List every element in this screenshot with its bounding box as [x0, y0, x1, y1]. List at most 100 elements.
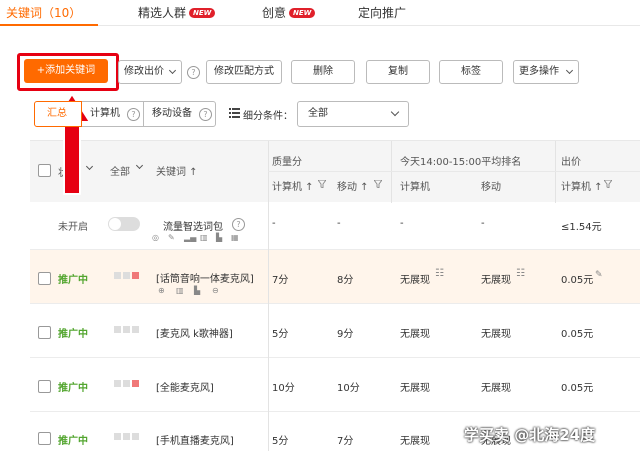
quality-block: [123, 380, 130, 387]
device-tab-computer-label: 计算机: [90, 108, 120, 119]
row-quality-pc: 10分: [272, 383, 295, 394]
rank-mobile-header: 移动: [481, 182, 501, 193]
all-filter-header[interactable]: 全部: [110, 163, 130, 178]
quality-block: [123, 433, 130, 440]
filter-icon[interactable]: [318, 180, 326, 188]
row-quality-pc: 5分: [272, 329, 289, 340]
row-keyword[interactable]: [手机直播麦克风]: [156, 432, 234, 447]
package-status: 未开启: [58, 222, 88, 233]
row-bid[interactable]: 0.05元: [561, 325, 593, 340]
row-checkbox[interactable]: [38, 326, 51, 339]
zoom-out-icon[interactable]: ⊖: [212, 286, 219, 295]
help-icon[interactable]: ?: [187, 66, 200, 79]
rank-detail-icon[interactable]: ☷: [435, 268, 444, 279]
quality-block: [114, 433, 121, 440]
row-rank-pc: 无展现: [400, 329, 430, 340]
tab-label: 定向推广: [358, 6, 407, 20]
edit-icon[interactable]: ✎: [595, 270, 603, 280]
device-tab-summary[interactable]: 汇总: [34, 101, 82, 127]
target-icon[interactable]: ◎: [152, 233, 159, 242]
row-quality-mobile: 7分: [337, 436, 354, 447]
row-keyword[interactable]: [全能麦克风]: [156, 379, 214, 394]
filter-select-value: 全部: [308, 108, 328, 119]
table-row[interactable]: [30, 358, 640, 412]
help-icon: ?: [127, 108, 140, 121]
bid-computer-header[interactable]: 计算机 ↑: [561, 178, 603, 193]
package-name: 流量智选词包: [163, 222, 223, 233]
row-status: 推广中: [58, 436, 88, 447]
package-rank-mobile: -: [481, 218, 485, 229]
package-rank-pc: -: [400, 218, 404, 229]
row-checkbox[interactable]: [38, 272, 51, 285]
row-checkbox[interactable]: [38, 380, 51, 393]
tool-icon[interactable]: ✎: [168, 233, 175, 242]
tab-label: 创意: [262, 6, 287, 20]
table-row[interactable]: [30, 304, 640, 358]
row-rank-mobile: 无展现: [481, 383, 511, 394]
tag-button[interactable]: 标签: [439, 60, 503, 84]
modify-bid-label: 修改出价: [124, 66, 164, 77]
active-tab-underline: [0, 24, 98, 26]
row-rank-mobile: 无展现: [481, 275, 511, 286]
chevron-down-icon: [168, 66, 177, 75]
help-icon: ?: [199, 108, 212, 121]
header-divider: [268, 171, 640, 172]
copy-button[interactable]: 复制: [366, 60, 430, 84]
quality-score-header: 质量分: [272, 157, 302, 168]
bar-icon[interactable]: ▙: [216, 233, 222, 242]
row-keyword[interactable]: [话筒音响一体麦克风]: [156, 270, 254, 285]
list-icon: [229, 108, 240, 118]
tab-creative[interactable]: 创意 NEW: [262, 4, 316, 21]
delete-button[interactable]: 删除: [291, 60, 355, 84]
quality-block: [114, 380, 121, 387]
package-toggle[interactable]: [108, 217, 140, 231]
row-quality-mobile: 9分: [337, 329, 354, 340]
signal-icon[interactable]: ▂▄: [184, 233, 196, 242]
tab-targeting[interactable]: 定向推广: [358, 4, 406, 21]
row-bid[interactable]: 0.05元: [561, 271, 593, 286]
device-tab-mobile[interactable]: 移动设备 ?: [143, 101, 216, 127]
table-row[interactable]: [30, 250, 640, 304]
tab-keywords[interactable]: 关键词（10）: [6, 4, 81, 21]
quality-block: [123, 326, 130, 333]
help-icon[interactable]: ?: [232, 218, 245, 231]
tab-selected-audience[interactable]: 精选人群 NEW: [138, 4, 216, 21]
filter-icon[interactable]: [604, 180, 612, 188]
target-icon[interactable]: ⊕: [158, 286, 165, 295]
modify-bid-dropdown[interactable]: 修改出价: [118, 60, 182, 84]
package-quality-pc: -: [272, 218, 276, 229]
more-actions-dropdown[interactable]: 更多操作: [513, 60, 579, 84]
delete-icon[interactable]: ▥: [176, 286, 184, 295]
quality-mobile-header[interactable]: 移动 ↑: [337, 178, 369, 193]
add-keyword-button[interactable]: +添加关键词: [24, 59, 108, 83]
row-status: 推广中: [58, 275, 88, 286]
keyword-header[interactable]: 关键词 ↑: [156, 163, 198, 178]
row-quality-mobile: 8分: [337, 275, 354, 286]
row-rank-mobile: 无展现: [481, 329, 511, 340]
quality-block: [114, 326, 121, 333]
row-checkbox[interactable]: [38, 432, 51, 445]
quality-block: [132, 380, 139, 387]
calendar-icon[interactable]: ▦: [231, 233, 239, 242]
column-divider: [268, 141, 269, 203]
rank-detail-icon[interactable]: ☷: [516, 268, 525, 279]
chart-icon[interactable]: ▥: [200, 233, 208, 242]
rank-computer-header: 计算机: [400, 182, 430, 193]
quality-computer-header[interactable]: 计算机 ↑: [272, 178, 314, 193]
chevron-down-icon: [390, 107, 400, 117]
filter-icon[interactable]: [374, 180, 382, 188]
row-bid[interactable]: 0.05元: [561, 379, 593, 394]
row-quality-mobile: 10分: [337, 383, 360, 394]
row-rank-pc: 无展现: [400, 383, 430, 394]
more-actions-label: 更多操作: [519, 66, 559, 77]
quality-block: [123, 272, 130, 279]
filter-select[interactable]: 全部: [297, 101, 409, 127]
tab-keywords-label: 关键词（10）: [6, 6, 82, 20]
modify-match-button[interactable]: 修改匹配方式: [206, 60, 282, 84]
row-keyword[interactable]: [麦克风 k歌神器]: [156, 325, 233, 340]
row-quality-pc: 7分: [272, 275, 289, 286]
column-divider: [391, 141, 392, 203]
package-quality-mobile: -: [337, 218, 341, 229]
chart-icon[interactable]: ▙: [194, 286, 200, 295]
rank-header: 今天14:00-15:00平均排名: [400, 157, 522, 168]
